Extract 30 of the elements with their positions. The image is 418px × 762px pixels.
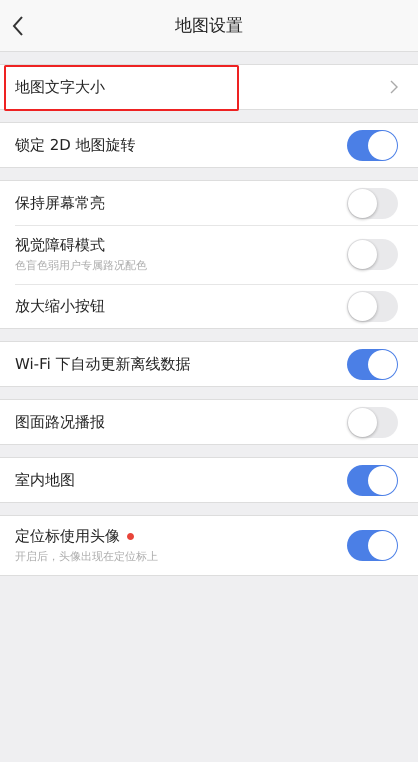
settings-row[interactable]: 保持屏幕常亮: [0, 181, 418, 225]
setting-label: 锁定 2D 地图旋转: [15, 136, 136, 154]
setting-label: Wi-Fi 下自动更新离线数据: [15, 354, 191, 374]
setting-label: 视觉障碍模式: [15, 236, 105, 255]
settings-row[interactable]: 锁定 2D 地图旋转: [0, 123, 418, 167]
settings-row[interactable]: Wi-Fi 下自动更新离线数据: [0, 342, 418, 386]
setting-label: 图面路况播报: [15, 412, 105, 432]
settings-row[interactable]: 视觉障碍模式 色盲色弱用户专属路况配色: [0, 225, 418, 284]
setting-label: 定位标使用头像: [15, 527, 120, 546]
setting-description: 色盲色弱用户专属路况配色: [15, 258, 147, 273]
settings-row[interactable]: 室内地图: [0, 458, 418, 502]
setting-label: 室内地图: [15, 470, 75, 490]
setting-label: 保持屏幕常亮: [15, 194, 105, 212]
toggle-switch[interactable]: [347, 130, 398, 160]
toggle-switch[interactable]: [347, 239, 398, 270]
settings-row[interactable]: 定位标使用头像 开启后，头像出现在定位标上: [0, 516, 418, 575]
toggle-switch[interactable]: [347, 406, 398, 438]
setting-label: 放大缩小按钮: [15, 296, 105, 316]
settings-row[interactable]: 图面路况播报: [0, 400, 418, 444]
toggle-switch[interactable]: [347, 348, 398, 380]
chevron-right-icon: [390, 80, 398, 94]
toggle-switch[interactable]: [347, 290, 398, 322]
settings-row[interactable]: 地图文字大小: [0, 65, 418, 109]
setting-label: 地图文字大小: [15, 78, 105, 96]
toggle-switch[interactable]: [347, 530, 398, 561]
toggle-switch[interactable]: [347, 188, 398, 218]
screen-title: 地图设置: [175, 15, 243, 37]
toggle-switch[interactable]: [347, 464, 398, 496]
settings-row[interactable]: 放大缩小按钮: [0, 284, 418, 328]
setting-description: 开启后，头像出现在定位标上: [15, 549, 158, 564]
